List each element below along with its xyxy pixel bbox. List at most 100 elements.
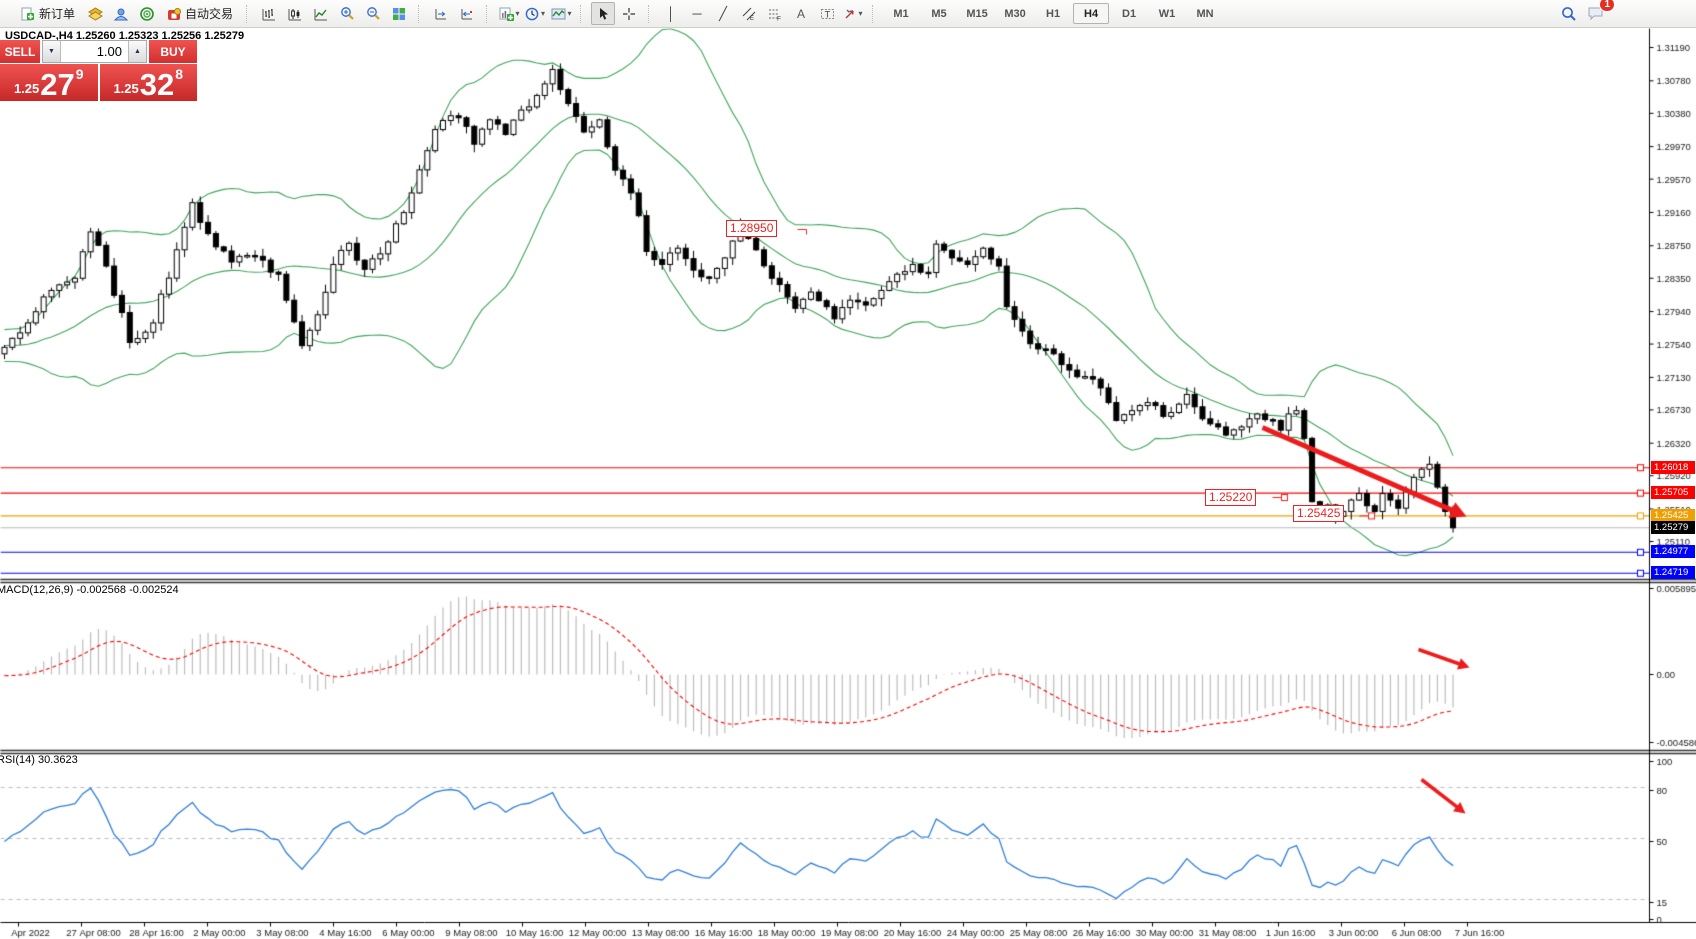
svg-text:T: T [824,9,830,19]
trendline-tool-button[interactable]: ╱ [711,2,735,25]
timeframe-m30-button[interactable]: M30 [997,3,1033,24]
svg-text:F: F [777,15,781,21]
toolbar-separator [648,5,653,23]
auto-trading-icon [167,7,181,21]
auto-trading-button[interactable]: 自动交易 [161,2,239,25]
toolbar-separator [580,5,585,23]
annotation-label[interactable]: 1.25425 [1293,505,1344,522]
timeframe-m5-button[interactable]: M5 [921,3,957,24]
timeframe-w1-button[interactable]: W1 [1149,3,1185,24]
auto-trading-label: 自动交易 [185,5,233,22]
periods-button[interactable]: ▾ [523,2,547,25]
toolbar-separator [246,5,251,23]
annotation-label[interactable]: 1.25220 [1205,489,1256,506]
horizontal-line-tool-button[interactable]: ─ [685,2,709,25]
text-tool-button[interactable]: A [789,2,813,25]
buy-button[interactable]: BUY [149,40,197,63]
vertical-line-icon: │ [667,7,675,20]
vertical-line-tool-button[interactable]: │ [659,2,683,25]
rsi-label: RSI(14) 30.3623 [0,754,78,766]
periods-dropdown-arrow[interactable]: ▾ [541,9,545,18]
channel-tool-button[interactable]: E [737,2,761,25]
new-order-label: 新订单 [39,5,75,22]
data-window-button[interactable] [109,2,133,25]
navigator-button[interactable] [135,2,159,25]
trendline-icon: ╱ [719,7,727,20]
toolbar-separator [486,5,491,23]
buy-price-big: 32 [140,71,174,99]
price-chart-canvas[interactable] [0,0,1696,939]
buy-price-small: 1.25 [113,81,138,96]
toolbar-separator [418,5,423,23]
text-icon: A [797,8,805,20]
hline-price-label: 1.26018 [1651,461,1695,474]
sell-price-big: 27 [40,71,74,99]
annotation-label[interactable]: 1.28950 [726,220,777,237]
cursor-tool-button[interactable] [591,2,615,25]
zoom-in-button[interactable] [335,2,359,25]
toolbar-separator [872,5,877,23]
timeframe-m1-button[interactable]: M1 [883,3,919,24]
search-button[interactable] [1557,2,1581,25]
label-tool-button[interactable]: T [815,2,839,25]
clock-icon [525,7,539,21]
main-toolbar: 新订单 自动交易 ▾ ▾ [0,0,1696,28]
notification-badge: 1 [1599,0,1615,12]
indicators-dropdown-arrow[interactable]: ▾ [516,9,520,18]
hline-price-label: 1.24719 [1651,566,1695,579]
arrows-tool-button[interactable]: ▾ [841,2,865,25]
templates-button[interactable]: ▾ [549,2,573,25]
horizontal-line-icon: ─ [692,7,701,20]
data-window-icon [114,7,128,21]
tile-windows-icon [392,7,406,21]
line-chart-icon [314,7,328,21]
volume-decrease-button[interactable]: ▼ [43,41,61,62]
crosshair-tool-button[interactable] [617,2,641,25]
timeframe-mn-button[interactable]: MN [1187,3,1223,24]
arrows-dropdown-arrow[interactable]: ▾ [859,9,863,18]
fibonacci-tool-button[interactable]: F [763,2,787,25]
chart-shift-button[interactable] [429,2,453,25]
candlestick-icon [288,7,302,21]
zoom-in-icon [340,6,355,21]
timeframe-h1-button[interactable]: H1 [1035,3,1071,24]
market-watch-button[interactable] [83,2,107,25]
buy-price[interactable]: 1.25 32 8 [100,64,198,101]
buy-price-pip: 8 [175,66,183,82]
text-label-icon: T [820,7,835,21]
fibonacci-icon: F [768,7,782,21]
timeframe-d1-button[interactable]: D1 [1111,3,1147,24]
bar-chart-type-button[interactable] [257,2,281,25]
sell-price[interactable]: 1.25 27 9 [0,64,98,101]
template-icon [551,7,566,21]
sell-price-small: 1.25 [14,81,39,96]
chart-shift-icon [434,7,448,21]
macd-label: MACD(12,26,9) -0.002568 -0.002524 [0,584,179,596]
timeframe-h4-button[interactable]: H4 [1073,3,1109,24]
market-watch-icon [88,7,103,21]
new-order-button[interactable]: 新订单 [15,2,81,25]
volume-stepper: ▼ 1.00 ▲ [42,40,147,63]
sell-button[interactable]: SELL [0,40,40,63]
equidistant-channel-icon: E [742,7,756,21]
indicators-icon [499,7,514,21]
navigator-icon [140,7,154,21]
bid-price-label: 1.25279 [1651,521,1695,534]
notifications-button[interactable]: 1 [1582,2,1608,25]
auto-scroll-button[interactable] [455,2,479,25]
mt4-window: { "toolbar": { "new_order_label": "新订单",… [0,0,1696,939]
indicators-button[interactable]: ▾ [497,2,521,25]
line-chart-type-button[interactable] [309,2,333,25]
hline-price-label: 1.25705 [1651,486,1695,499]
zoom-out-button[interactable] [361,2,385,25]
candlestick-chart-type-button[interactable] [283,2,307,25]
new-order-icon [21,7,35,21]
tile-windows-button[interactable] [387,2,411,25]
auto-scroll-icon [460,7,474,21]
timeframe-m15-button[interactable]: M15 [959,3,995,24]
volume-value[interactable]: 1.00 [61,41,128,62]
sell-price-pip: 9 [76,66,84,82]
search-icon [1561,6,1577,22]
volume-increase-button[interactable]: ▲ [128,41,146,62]
templates-dropdown-arrow[interactable]: ▾ [568,9,572,18]
